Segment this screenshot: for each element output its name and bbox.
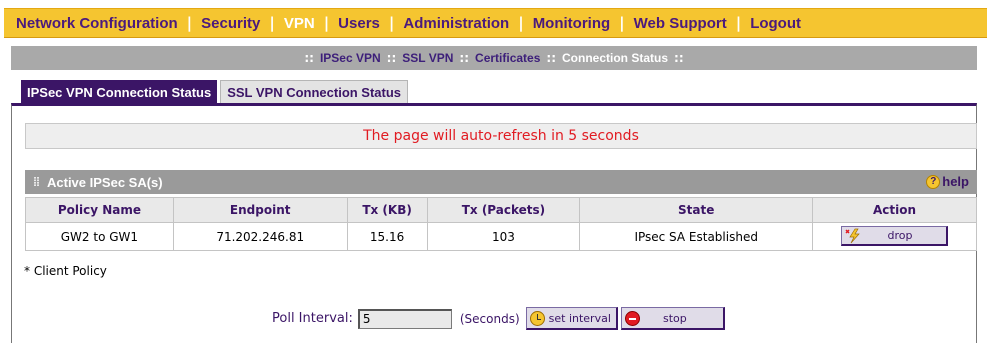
subnav-ipsec-vpn[interactable]: IPSec VPN [320,51,381,65]
auto-refresh-message: The page will auto-refresh in 5 seconds [25,123,977,149]
help-label: help [942,174,969,189]
subnav-separator: :: [386,51,397,65]
nav-administration[interactable]: Administration [403,15,509,32]
cell-tx-kb: 15.16 [346,222,428,251]
column-header-action: Action [812,197,977,223]
help-link[interactable]: ? help [926,174,969,189]
nav-separator: | [619,14,625,32]
nav-monitoring[interactable]: Monitoring [533,15,610,32]
column-header-endpoint: Endpoint [172,197,348,223]
poll-interval-row: Poll Interval: (Seconds) set interval st… [272,307,725,330]
tab-ssl-vpn-connection-status[interactable]: SSL VPN Connection Status [220,80,409,104]
question-circle-icon: ? [926,174,941,189]
set-interval-label: set interval [548,311,611,325]
tab-ipsec-vpn-connection-status[interactable]: IPSec VPN Connection Status [21,80,218,104]
stop-icon [624,310,640,326]
poll-interval-input[interactable] [357,308,452,329]
grip-icon: ⁞⁞ [33,175,40,189]
drop-label: drop [887,229,913,243]
cell-policy-name: GW2 to GW1 [25,222,174,251]
nav-separator: | [323,14,330,32]
sub-navigation: :: IPSec VPN :: SSL VPN :: Certificates … [11,46,977,70]
drop-button[interactable]: drop [841,226,949,247]
subnav-separator: :: [459,51,470,65]
poll-interval-label: Poll Interval: [272,311,353,326]
cell-endpoint: 71.202.246.81 [172,222,348,251]
nav-vpn[interactable]: VPN [284,15,315,32]
column-header-policy-name: Policy Name [25,197,174,223]
clock-icon [529,310,545,326]
tab-bar: IPSec VPN Connection Status SSL VPN Conn… [21,80,411,104]
client-policy-note: * Client Policy [24,264,107,278]
top-navigation: Network Configuration | Security | VPN |… [4,8,987,38]
set-interval-button[interactable]: set interval [525,307,618,330]
stop-button[interactable]: stop [620,307,725,330]
subnav-separator: :: [546,51,557,65]
subnav-ssl-vpn[interactable]: SSL VPN [402,51,453,65]
nav-separator: | [388,14,395,32]
stop-label: stop [663,311,687,325]
cell-action: drop [812,222,977,251]
nav-separator: | [518,14,524,32]
cell-tx-packets: 103 [426,222,581,251]
column-header-tx-kb: Tx (KB) [346,197,428,223]
column-header-tx-packets: Tx (Packets) [426,197,581,223]
nav-logout[interactable]: Logout [750,15,801,32]
nav-web-support[interactable]: Web Support [634,15,727,32]
subnav-separator: :: [674,51,684,65]
nav-separator: | [735,14,742,32]
nav-security[interactable]: Security [201,15,260,32]
lightning-drop-icon [845,228,860,243]
section-title: Active IPSec SA(s) [47,174,163,190]
subnav-connection-status[interactable]: Connection Status [562,51,668,65]
table-header-row: Policy Name Endpoint Tx (KB) Tx (Packets… [25,197,977,223]
nav-separator: | [269,14,275,32]
nav-separator: | [186,14,193,32]
table-row: GW2 to GW1 71.202.246.81 15.16 103 IPsec… [25,222,977,251]
nav-users[interactable]: Users [338,15,380,32]
subnav-separator: :: [304,51,314,65]
nav-network-configuration[interactable]: Network Configuration [16,15,178,32]
subnav-certificates[interactable]: Certificates [475,51,540,65]
column-header-state: State [579,197,814,223]
active-sa-table: Policy Name Endpoint Tx (KB) Tx (Packets… [25,197,977,251]
active-ipsec-sa-header: ⁞⁞ Active IPSec SA(s) ? help [25,170,977,194]
cell-state: IPsec SA Established [579,222,814,251]
poll-interval-unit: (Seconds) [459,311,520,326]
